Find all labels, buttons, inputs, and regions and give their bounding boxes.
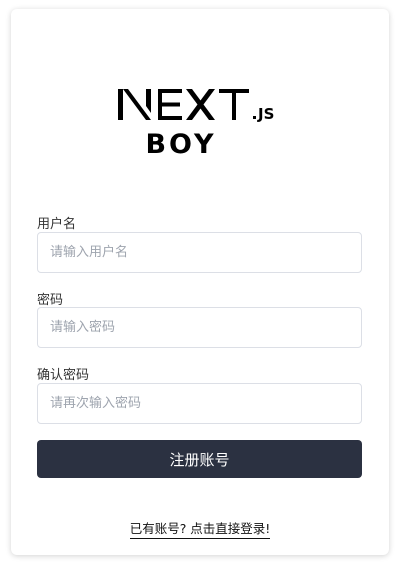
logo-sub-text: BOY <box>145 129 217 160</box>
login-link[interactable]: 已有账号? 点击直接登录! <box>129 521 271 539</box>
nextjs-logo-icon: JS <box>118 89 274 123</box>
username-input[interactable] <box>37 232 362 273</box>
password-label: 密码 <box>37 293 64 308</box>
svg-text:JS: JS <box>257 105 274 123</box>
confirm-password-label: 确认密码 <box>37 368 90 383</box>
confirm-password-input[interactable] <box>37 383 362 424</box>
nextjs-boy-logo: JS BOY <box>116 83 286 163</box>
username-label: 用户名 <box>37 217 77 232</box>
register-card: JS BOY 用户名 密码 确认密码 注册账号 已有账号? 点击直接登录! <box>11 9 389 555</box>
password-input[interactable] <box>37 307 362 348</box>
login-link-container: 已有账号? 点击直接登录! <box>11 518 389 539</box>
register-button[interactable]: 注册账号 <box>37 440 362 478</box>
